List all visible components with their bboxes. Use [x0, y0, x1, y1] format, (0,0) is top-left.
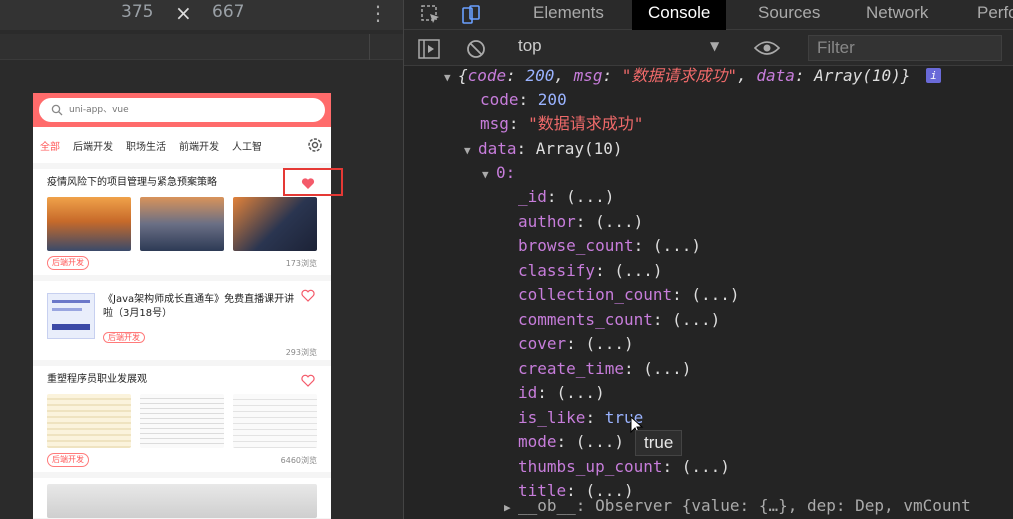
console-output: ▼ {code: 200, msg: "数据请求成功", data: Array(…	[404, 66, 1013, 519]
article-title: 疫情风险下的项目管理与紧急预案策略	[47, 177, 217, 188]
array-item-0[interactable]: ▼ 0:	[482, 161, 515, 185]
prop-create-time[interactable]: create_time: (...)	[518, 357, 691, 381]
cover-image	[47, 394, 131, 448]
cover-image	[140, 394, 224, 448]
tab-performance[interactable]: Perfo	[977, 0, 1013, 30]
width-value[interactable]: 375	[121, 2, 153, 22]
tab-sources[interactable]: Sources	[758, 0, 820, 30]
phone-screen: 全部 后端开发 职场生活 前端开发 人工智 疫情风险下的项目管理与紧急预案策略 …	[33, 93, 331, 519]
heart-outline-icon[interactable]	[301, 289, 315, 302]
cover-image	[140, 197, 224, 251]
prop-mode[interactable]: mode: (...)	[518, 430, 624, 454]
clear-console-icon[interactable]	[466, 39, 486, 59]
search-box[interactable]	[39, 98, 325, 122]
inspect-element-icon[interactable]	[420, 4, 442, 26]
prop-author[interactable]: author: (...)	[518, 210, 643, 234]
sidebar-toggle-icon[interactable]	[418, 39, 440, 59]
filter-input[interactable]: Filter	[808, 35, 1002, 61]
devtools-panel: Elements Console Sources Network Perfo t…	[403, 0, 1013, 519]
search-icon	[51, 104, 63, 116]
tab-console[interactable]: Console	[632, 0, 727, 30]
prop-browse-count[interactable]: browse_count: (...)	[518, 234, 701, 258]
height-value[interactable]: 667	[212, 2, 244, 22]
tab-ai[interactable]: 人工智	[232, 138, 262, 153]
prop-thumbs-up-count[interactable]: thumbs_up_count: (...)	[518, 455, 730, 479]
article-thumbnail	[47, 293, 95, 339]
article-card[interactable]	[33, 478, 331, 518]
tab-network[interactable]: Network	[866, 0, 928, 30]
prop-id[interactable]: id: (...)	[518, 381, 605, 405]
eye-icon[interactable]	[754, 40, 780, 56]
cover-image	[233, 197, 317, 251]
prop-collection-count[interactable]: collection_count: (...)	[518, 283, 740, 307]
ruler-segment[interactable]	[0, 34, 370, 60]
info-icon[interactable]: i	[926, 68, 942, 83]
chevron-down-icon[interactable]: ▼	[710, 39, 719, 53]
value-tooltip: true	[635, 430, 683, 456]
tab-backend[interactable]: 后端开发	[73, 138, 113, 153]
cover-image	[47, 197, 131, 251]
article-title: 《Java架构师成长直通车》免费直播课开讲啦（3月18号）	[103, 294, 295, 319]
cover-image	[47, 484, 317, 518]
article-card[interactable]: 重塑程序员职业发展观 后端开发 6460浏览	[33, 366, 331, 472]
dimension-bar: 375 × 667 ⋮	[0, 0, 403, 30]
device-emulator: 375 × 667 ⋮ 全部 后端开发 职场生活 前端开发 人工智	[0, 0, 403, 519]
tab-all[interactable]: 全部	[40, 138, 60, 153]
category-badge: 后端开发	[47, 453, 89, 467]
more-options-icon[interactable]: ⋮	[368, 0, 388, 26]
highlight-box	[283, 168, 343, 196]
tab-elements[interactable]: Elements	[533, 0, 604, 30]
cover-images	[47, 197, 317, 251]
view-count: 6460浏览	[280, 455, 317, 465]
category-tabs: 全部 后端开发 职场生活 前端开发 人工智	[33, 127, 331, 163]
article-card[interactable]: 《Java架构师成长直通车》免费直播课开讲啦（3月18号） 后端开发 293浏览	[33, 281, 331, 360]
heart-outline-icon[interactable]	[301, 374, 315, 387]
gear-icon[interactable]	[305, 135, 325, 155]
context-selector[interactable]: top	[518, 36, 542, 56]
device-toolbar-icon[interactable]	[460, 4, 482, 26]
prop-is-like[interactable]: is_like: true	[518, 406, 643, 430]
prop-classify[interactable]: classify: (...)	[518, 259, 663, 283]
search-header	[33, 93, 331, 127]
prop-code: code: 200	[480, 90, 567, 109]
log-summary[interactable]: ▼ {code: 200, msg: "数据请求成功", data: Array(…	[444, 66, 942, 88]
view-count: 173浏览	[285, 258, 317, 268]
prop-ob[interactable]: ▶ __ob__: Observer {value: {…}, dep: Dep,…	[504, 494, 971, 518]
tab-frontend[interactable]: 前端开发	[179, 138, 219, 153]
view-count: 293浏览	[285, 347, 317, 357]
prop-data[interactable]: ▼ data: Array(10)	[464, 137, 623, 161]
search-input[interactable]	[69, 105, 269, 115]
article-title: 重塑程序员职业发展观	[47, 374, 147, 385]
tab-career[interactable]: 职场生活	[126, 138, 166, 153]
cover-image	[233, 394, 317, 448]
media-query-ruler	[0, 34, 403, 60]
category-badge: 后端开发	[103, 332, 145, 343]
times-sign: ×	[175, 1, 192, 25]
console-toolbar: top ▼ Filter	[404, 30, 1013, 66]
prop-cover[interactable]: cover: (...)	[518, 332, 634, 356]
prop-msg: msg: "数据请求成功"	[480, 114, 644, 133]
devtools-tabbar: Elements Console Sources Network Perfo	[404, 0, 1013, 30]
cover-images	[47, 394, 317, 448]
prop-comments-count[interactable]: comments_count: (...)	[518, 308, 720, 332]
category-badge: 后端开发	[47, 256, 89, 270]
prop--id[interactable]: _id: (...)	[518, 185, 614, 209]
